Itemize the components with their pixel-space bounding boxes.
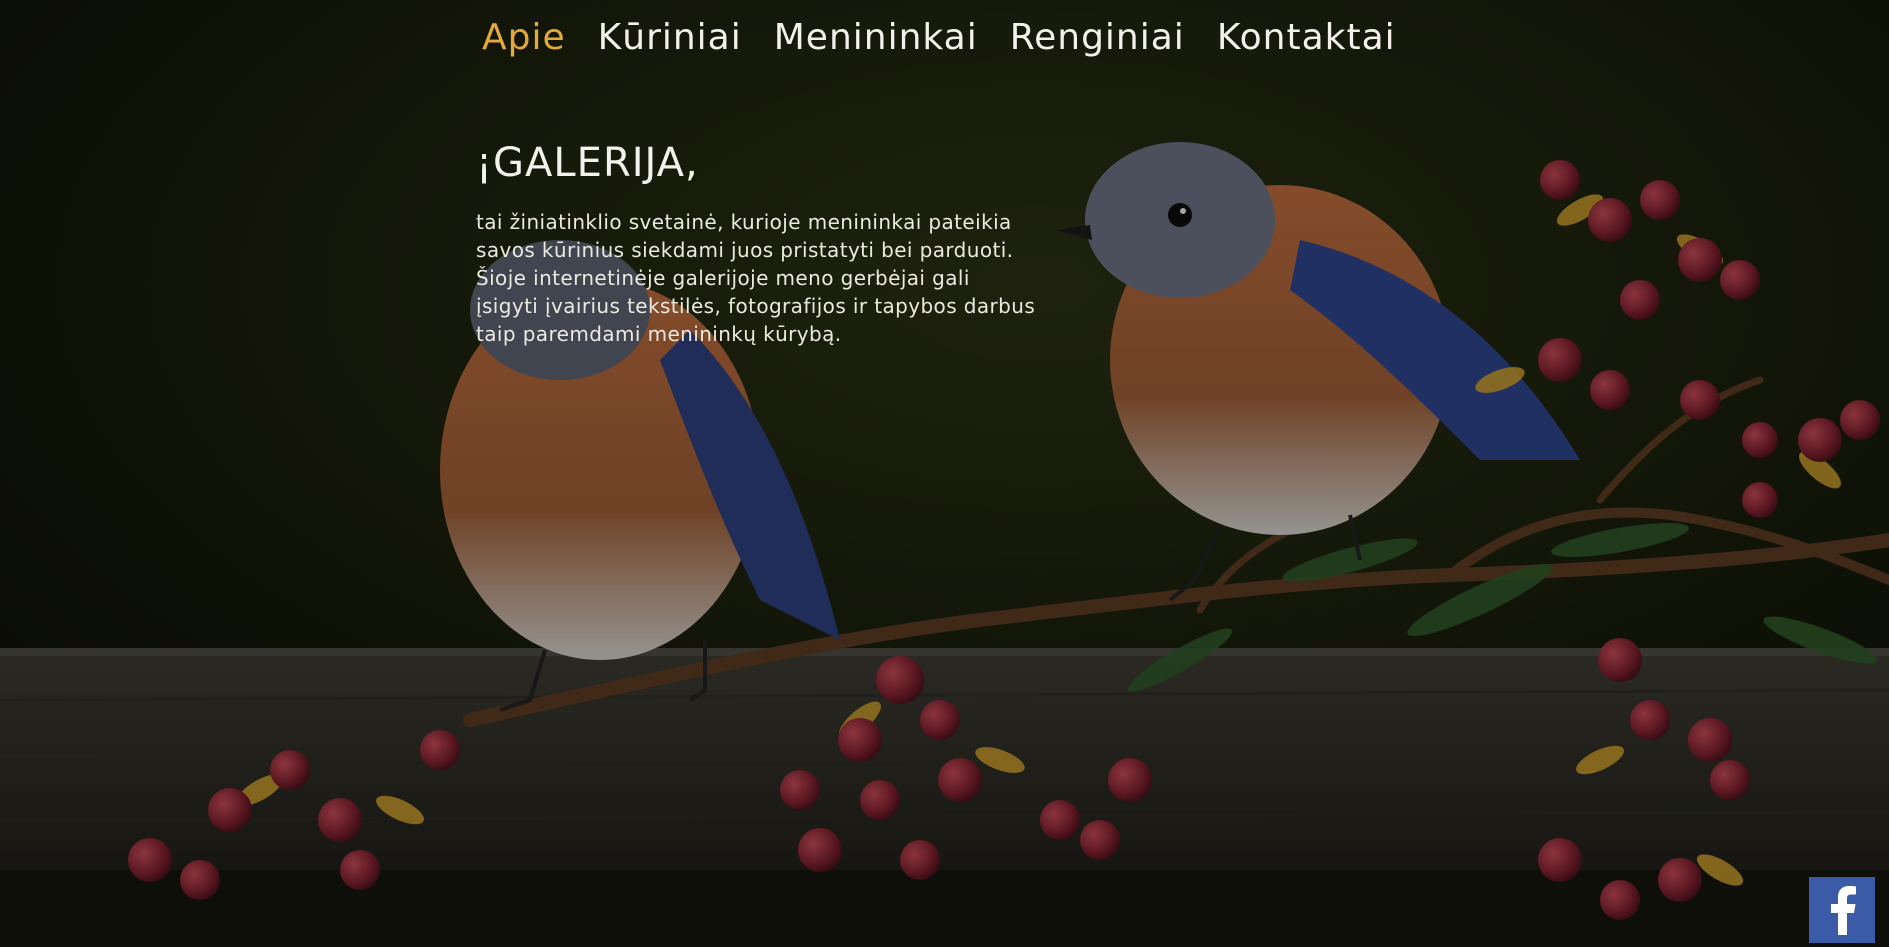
nav-item-renginiai[interactable]: Renginiai xyxy=(1010,14,1185,62)
intro-description: tai žiniatinklio svetainė, kurioje menin… xyxy=(476,210,1036,346)
nav-item-apie[interactable]: Apie xyxy=(482,14,566,62)
nav-item-kontaktai[interactable]: Kontaktai xyxy=(1217,14,1396,62)
nav-item-kuriniai[interactable]: Kūriniai xyxy=(598,14,742,62)
page: Apie Kūriniai Menininkai Renginiai Konta… xyxy=(0,0,1889,947)
facebook-button[interactable] xyxy=(1809,877,1875,943)
main-navigation: Apie Kūriniai Menininkai Renginiai Konta… xyxy=(482,14,1396,62)
intro-section: ¡GALERIJA, tai žiniatinklio svetainė, ku… xyxy=(476,140,1036,348)
nav-item-menininkai[interactable]: Menininkai xyxy=(774,14,978,62)
facebook-icon xyxy=(1831,886,1856,935)
page-title: ¡GALERIJA, xyxy=(476,140,699,186)
